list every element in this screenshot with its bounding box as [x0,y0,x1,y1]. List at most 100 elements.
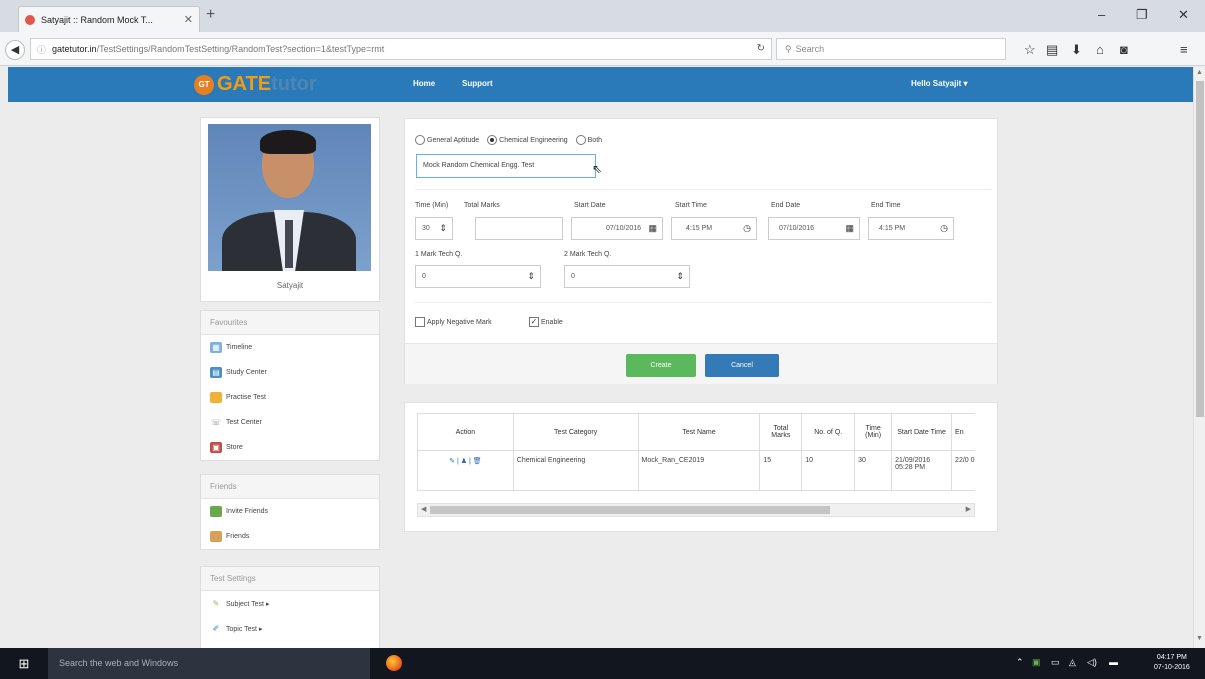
sidebar-item-friends[interactable]: Friends [201,524,379,549]
clock-date: 07-10-2016 [1154,664,1190,671]
nav-home[interactable]: Home [413,79,435,88]
checkbox-box-checked[interactable]: ✓ [529,317,539,327]
row-actions[interactable]: ✎ | ♟ | 🗑 [417,450,514,491]
friends-icon [210,531,222,542]
notification-icon[interactable]: ▬ [1109,657,1118,667]
scroll-right-icon[interactable]: ▶ [966,504,971,516]
maximize-button[interactable]: ❐ [1136,7,1148,23]
user-menu[interactable]: Hello Satyajit ▾ [911,79,967,88]
window-close-button[interactable]: ✕ [1178,7,1189,23]
radio-chemical-engineering[interactable] [487,135,498,145]
sidebar-item-label: Invite Friends [226,508,269,515]
page-scrollbar[interactable]: ▲ ▼ [1193,67,1205,648]
radio-general-aptitude[interactable] [415,135,425,145]
pocket-icon[interactable]: ◙ [1120,42,1128,57]
checkbox-box[interactable] [415,317,425,327]
site-info-icon[interactable]: ⓘ [37,43,46,56]
cancel-button[interactable]: Cancel [705,354,779,377]
start-date-input[interactable]: 07/10/2016 ▦ [571,217,663,240]
test-settings-title: Test Settings [201,567,379,591]
browser-tab[interactable]: Satyajit :: Random Mock T... ✕ [18,6,200,32]
spinner-icon[interactable]: ⇕ [527,266,535,287]
study-center-icon: ▤ [210,367,222,378]
gatetutor-logo[interactable]: GT GATE tutor [194,73,317,96]
friends-title: Friends [201,475,379,499]
test-table-viewport: Action Test Category Test Name Total Mar… [417,413,975,493]
calendar-icon[interactable]: ▦ [648,218,657,239]
col-num-questions: No. of Q. [801,413,856,451]
sidebar-item-practise-test[interactable]: Practise Test [201,385,379,410]
mouse-cursor-icon: ⇖ [592,162,603,176]
nav-support[interactable]: Support [462,79,493,88]
minimize-button[interactable]: – [1098,7,1105,22]
url-bar[interactable]: ⓘ gatetutor.in /TestSettings/RandomTestS… [30,38,772,60]
sidebar-item-label: Practise Test [226,394,266,401]
reading-list-icon[interactable]: ▤ [1046,42,1058,58]
time-input[interactable]: 30 ⇕ [415,217,453,240]
volume-icon[interactable]: ◁) [1087,657,1097,668]
spinner-icon[interactable]: ⇕ [676,266,684,287]
profile-card: Satyajit [200,117,380,302]
home-icon[interactable]: ⌂ [1096,42,1104,57]
downloads-icon[interactable]: ⬇ [1071,42,1082,58]
radio-both[interactable] [575,135,586,145]
one-mark-input[interactable]: 0 ⇕ [415,265,541,288]
browser-search-input[interactable]: ⚲ Search [776,38,1006,60]
enable-label: Enable [541,318,563,326]
enable-checkbox[interactable]: ✓ Enable [529,317,563,327]
calendar-icon[interactable]: ▦ [845,218,854,239]
clock-icon[interactable]: ◷ [743,218,751,239]
negative-mark-checkbox[interactable]: Apply Negative Mark [415,317,492,327]
close-tab-icon[interactable]: ✕ [184,13,193,26]
sidebar-item-test-center[interactable]: ☏ Test Center [201,410,379,435]
taskbar-clock[interactable]: 04:17 PM 07-10-2016 [1154,653,1190,673]
search-placeholder: Search [795,44,825,54]
url-host: gatetutor.in [52,44,97,54]
col-test-category: Test Category [512,413,639,451]
tray-chevron-icon[interactable]: ⌃ [1016,657,1024,668]
scroll-up-icon[interactable]: ▲ [1196,69,1203,76]
taskbar-search-input[interactable]: Search the web and Windows [48,648,370,679]
sidebar-item-timeline[interactable]: ▦ Timeline [201,335,379,360]
total-marks-input[interactable] [475,217,563,240]
test-name-input[interactable]: Mock Random Chemical Engg. Test [416,154,596,178]
col-test-name: Test Name [637,413,761,451]
cell-total-marks: 15 [759,450,803,491]
battery-icon[interactable]: ▭ [1051,657,1060,668]
two-mark-input[interactable]: 0 ⇕ [564,265,690,288]
table-scroll-thumb[interactable] [430,506,830,514]
scroll-down-icon[interactable]: ▼ [1196,635,1203,642]
table-horizontal-scrollbar[interactable]: ◀ ▶ [417,503,975,517]
bookmark-star-icon[interactable]: ☆ [1024,42,1036,58]
scrollbar-thumb[interactable] [1196,81,1204,417]
table-header-row: Action Test Category Test Name Total Mar… [417,413,975,451]
end-time-input[interactable]: 4:15 PM ◷ [868,217,954,240]
sidebar-item-study-center[interactable]: ▤ Study Center [201,360,379,385]
sidebar-item-invite-friends[interactable]: Invite Friends [201,499,379,524]
create-button[interactable]: Create [626,354,696,377]
spinner-icon[interactable]: ⇕ [439,218,447,239]
test-center-icon: ☏ [210,418,221,427]
sidebar-item-label: Study Center [226,369,267,376]
sidebar-item-subject-test[interactable]: ✎ Subject Test ▸ [201,591,379,616]
reload-icon[interactable]: ↻ [757,43,765,54]
new-tab-button[interactable]: + [206,6,215,24]
scroll-left-icon[interactable]: ◀ [421,504,426,516]
radio-general-label: General Aptitude [427,136,480,144]
radio-chemical-label: Chemical Engineering [499,136,568,144]
cell-start-date-time: 21/09/2016 05:28 PM [891,450,953,491]
start-time-input[interactable]: 4:15 PM ◷ [671,217,757,240]
windows-start-icon[interactable]: ⊞ [0,648,48,679]
hamburger-menu-icon[interactable]: ≡ [1180,42,1188,57]
sidebar-item-store[interactable]: ▣ Store [201,435,379,460]
sidebar-item-topic-test[interactable]: ✐ Topic Test ▸ [201,616,379,641]
end-date-input[interactable]: 07/10/2016 ▦ [768,217,860,240]
firefox-icon[interactable] [386,655,402,671]
tray-app-icon[interactable]: ▣ [1032,657,1041,668]
tab-title: Satyajit :: Random Mock T... [41,14,153,25]
clock-icon[interactable]: ◷ [940,218,948,239]
random-test-form: General Aptitude Chemical Engineering Bo… [404,118,998,384]
time-label: Time (Min) [415,202,449,209]
back-arrow-icon[interactable]: ◀ [5,40,25,60]
wifi-icon[interactable]: ◬ [1069,657,1076,668]
